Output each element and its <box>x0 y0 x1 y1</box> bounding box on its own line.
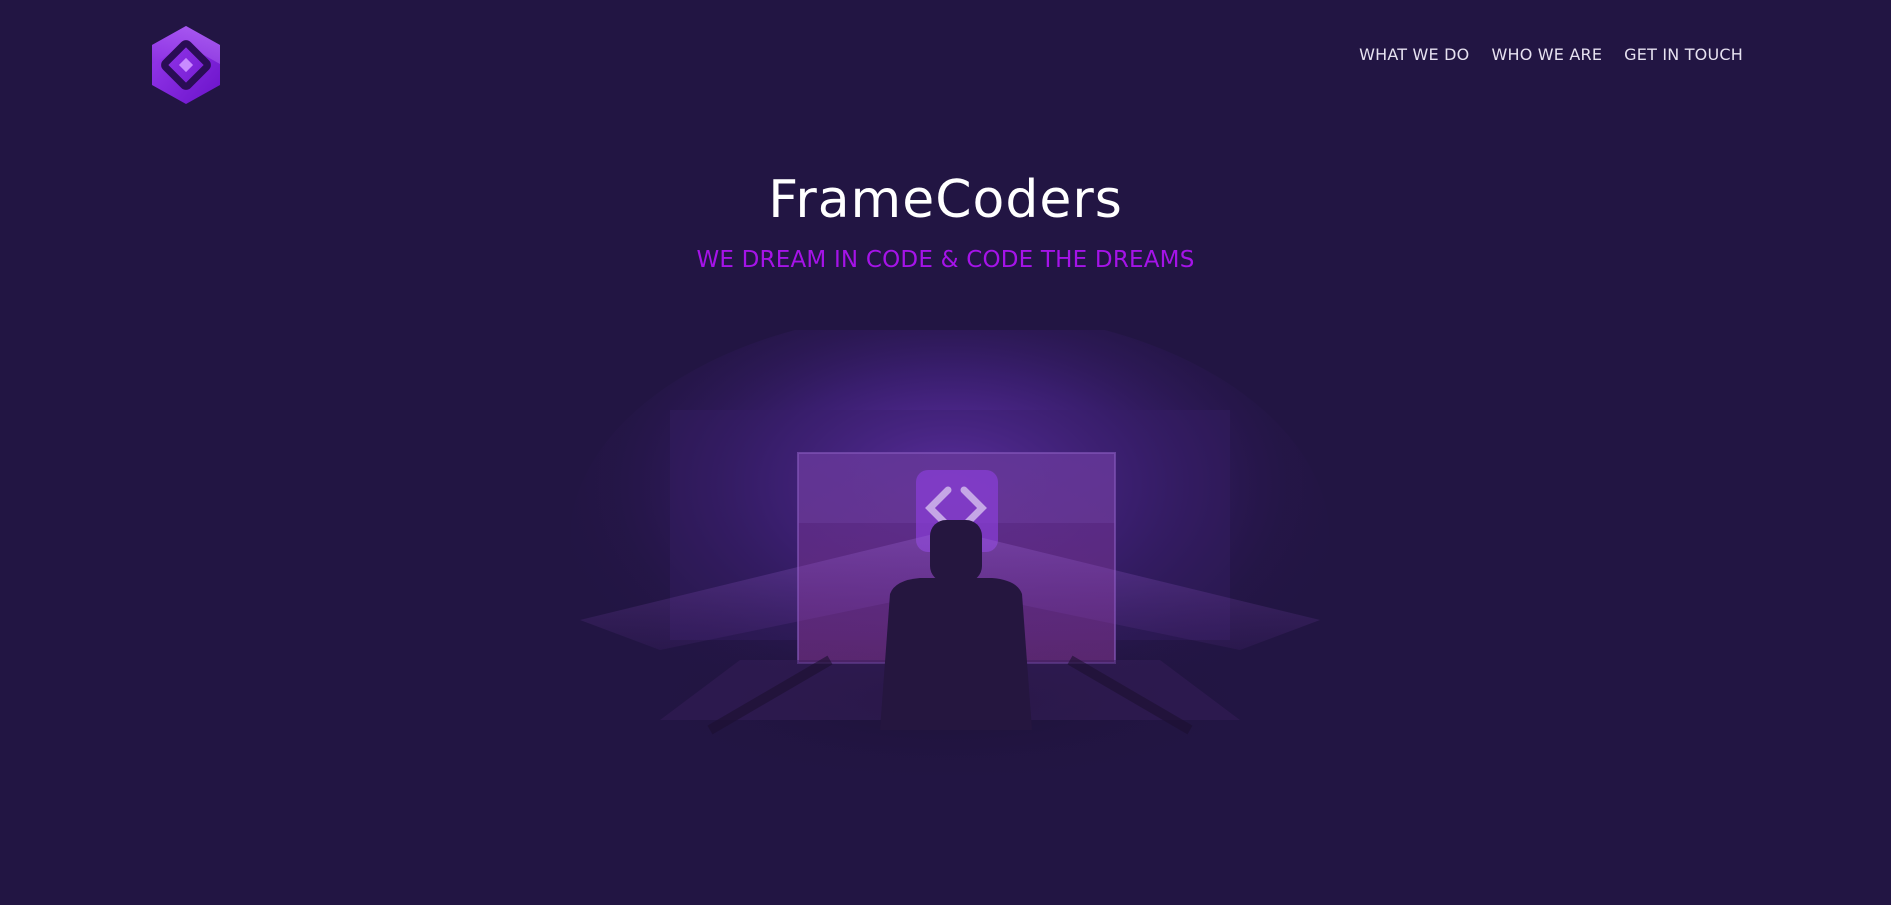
hero-title: FrameCoders <box>768 170 1123 230</box>
coder-at-screen-illustration <box>540 310 1360 830</box>
main-nav: WHAT WE DO WHO WE ARE GET IN TOUCH <box>1359 45 1743 64</box>
nav-get-in-touch[interactable]: GET IN TOUCH <box>1624 45 1743 64</box>
nav-what-we-do[interactable]: WHAT WE DO <box>1359 45 1469 64</box>
landing-page: WHAT WE DO WHO WE ARE GET IN TOUCH Frame… <box>0 0 1891 905</box>
hero-tagline: WE DREAM IN CODE & CODE THE DREAMS <box>696 247 1195 273</box>
nav-who-we-are[interactable]: WHO WE ARE <box>1491 45 1602 64</box>
framecoders-logo-icon[interactable] <box>148 24 224 106</box>
